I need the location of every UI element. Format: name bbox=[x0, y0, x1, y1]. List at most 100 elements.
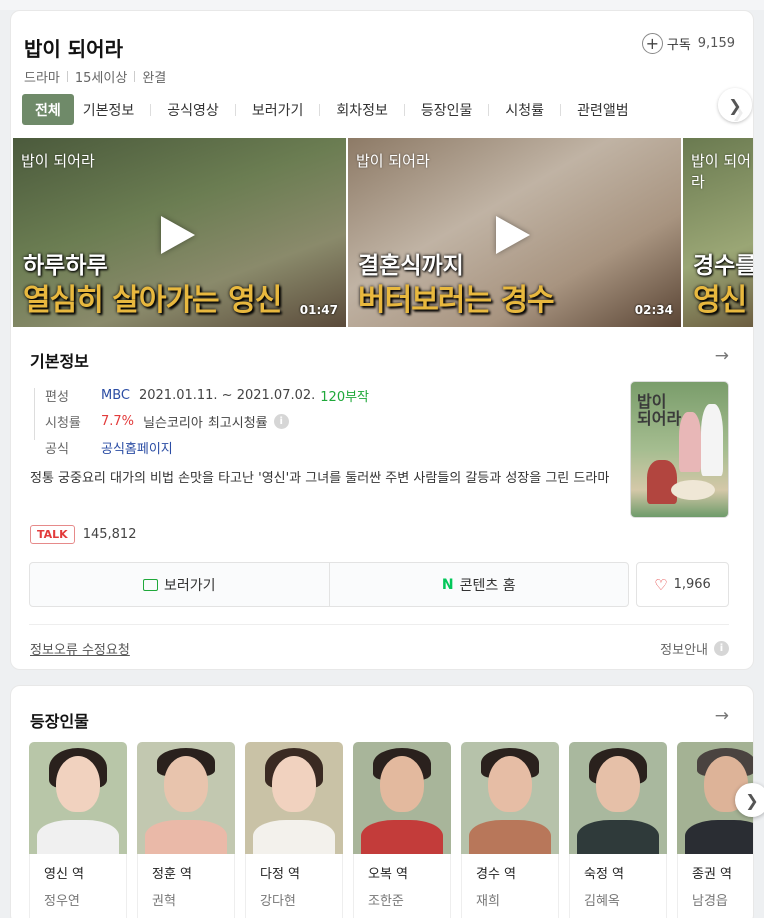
cast-photo bbox=[137, 742, 235, 854]
play-icon[interactable] bbox=[161, 216, 195, 254]
body-shape bbox=[361, 820, 443, 854]
like-button[interactable]: ♡ 1,966 bbox=[636, 562, 729, 607]
cast-item[interactable]: 정훈 역 권혁 bbox=[137, 742, 235, 918]
cast-text: 종권 역 남경읍 bbox=[677, 854, 753, 918]
info-label: 편성 bbox=[45, 389, 69, 405]
cast-item[interactable]: 오복 역 조한준 bbox=[353, 742, 451, 918]
cast-item[interactable]: 경수 역 재희 bbox=[461, 742, 559, 918]
face-shape bbox=[596, 756, 640, 812]
like-count: 1,966 bbox=[673, 577, 711, 592]
tab-ratings[interactable]: 시청률 bbox=[496, 94, 553, 125]
arrow-right-icon[interactable]: → bbox=[715, 706, 729, 726]
cast-photo bbox=[353, 742, 451, 854]
cast-actor: 강다현 bbox=[260, 894, 296, 909]
cast-role: 종권 역 bbox=[692, 867, 733, 882]
official-homepage-link[interactable]: 공식홈페이지 bbox=[101, 438, 173, 457]
talk-badge: TALK bbox=[30, 525, 75, 544]
tab-watch[interactable]: 보러가기 bbox=[243, 94, 313, 125]
content-home-label: 콘텐츠 홈 bbox=[459, 577, 516, 594]
cast-item[interactable]: 숙정 역 김혜옥 bbox=[569, 742, 667, 918]
section-title-basic-info: 기본정보 bbox=[30, 352, 89, 371]
video-card[interactable]: 밥이 되어라 결혼식까지 버터보러는 경수 02:34 bbox=[348, 138, 681, 327]
body-shape bbox=[577, 820, 659, 854]
action-buttons: 보러가기 N 콘텐츠 홈 bbox=[29, 562, 629, 607]
channel-link[interactable]: MBC bbox=[101, 388, 130, 403]
video-carousel: 밥이 되어라 하루하루 열심히 살아가는 영신 01:47 밥이 되어라 결혼식… bbox=[13, 138, 753, 327]
tab-official-video[interactable]: 공식영상 bbox=[158, 94, 228, 125]
cast-photo bbox=[29, 742, 127, 854]
poster-figure bbox=[701, 404, 723, 476]
cast-role: 영신 역 bbox=[44, 867, 85, 882]
tab-cast[interactable]: 등장인물 bbox=[412, 94, 482, 125]
video-icon bbox=[142, 578, 158, 591]
video-duration: 02:34 bbox=[634, 303, 673, 317]
video-caption-bottom: 열심히 살아가는 영신 bbox=[23, 283, 282, 318]
carousel-next-icon[interactable]: ❯ bbox=[718, 88, 752, 122]
body-shape bbox=[37, 820, 119, 854]
drama-poster[interactable]: 밥이 되어라 bbox=[630, 381, 729, 518]
face-shape bbox=[488, 756, 532, 812]
cast-actor: 김혜옥 bbox=[584, 894, 620, 909]
tab-all[interactable]: 전체 bbox=[22, 94, 74, 125]
subscribe-label: 구독 bbox=[666, 38, 691, 53]
tab-divider bbox=[319, 103, 321, 116]
video-card[interactable]: 밥이 되어라 하루하루 열심히 살아가는 영신 01:47 bbox=[13, 138, 346, 327]
cast-photo bbox=[569, 742, 667, 854]
tab-basic-info[interactable]: 기본정보 bbox=[74, 94, 144, 125]
cast-list: 영신 역 정우연 정훈 역 권혁 다정 역 강다현 오복 역 조한준 경수 역 … bbox=[29, 742, 753, 918]
arrow-right-icon[interactable]: → bbox=[715, 346, 729, 366]
play-icon[interactable] bbox=[496, 216, 530, 254]
page-title[interactable]: 밥이 되어라 bbox=[24, 33, 123, 62]
drama-description: 정통 궁중요리 대가의 비법 손맛을 타고난 '영신'과 그녀를 둘러싼 주변 … bbox=[30, 471, 610, 486]
video-caption-bottom: 영신 bbox=[693, 283, 747, 318]
cast-text: 오복 역 조한준 bbox=[353, 854, 451, 918]
video-logo: 밥이 되어라 bbox=[356, 152, 430, 170]
info-label: 공식 bbox=[45, 441, 69, 457]
watch-button[interactable]: 보러가기 bbox=[30, 563, 329, 606]
info-divider bbox=[34, 388, 35, 440]
watch-label: 보러가기 bbox=[163, 577, 216, 594]
poster-figure bbox=[647, 460, 677, 504]
video-logo: 밥이 되어라 bbox=[21, 152, 95, 170]
info-icon[interactable]: i bbox=[273, 413, 289, 429]
face-shape bbox=[272, 756, 316, 812]
subscribe-button[interactable]: + 구독 9,159 bbox=[641, 33, 735, 54]
info-row-broadcast: 편성 MBC 2021.01.11. ~ 2021.07.02. 120부작 bbox=[45, 382, 369, 408]
cast-text: 숙정 역 김혜옥 bbox=[569, 854, 667, 918]
face-shape bbox=[380, 756, 424, 812]
plus-icon: + bbox=[641, 33, 663, 54]
cast-role: 다정 역 bbox=[260, 867, 301, 882]
meta-divider bbox=[134, 71, 136, 82]
poster-figure bbox=[679, 412, 701, 472]
cast-actor: 권혁 bbox=[152, 894, 176, 909]
face-shape bbox=[164, 756, 208, 812]
tab-episodes[interactable]: 회차정보 bbox=[327, 94, 397, 125]
poster-title: 밥이 되어라 bbox=[637, 392, 682, 428]
cast-item[interactable]: 다정 역 강다현 bbox=[245, 742, 343, 918]
cast-item[interactable]: 영신 역 정우연 bbox=[29, 742, 127, 918]
cast-text: 경수 역 재희 bbox=[461, 854, 559, 918]
report-error-link[interactable]: 정보오류 수정요청 bbox=[30, 639, 130, 658]
content-home-button[interactable]: N 콘텐츠 홈 bbox=[328, 563, 629, 606]
video-caption-bottom: 버터보러는 경수 bbox=[358, 283, 555, 318]
drama-meta: 드라마 15세이상 완결 bbox=[24, 67, 166, 86]
cast-card: 등장인물 → 영신 역 정우연 정훈 역 권혁 다정 역 강다현 오복 역 조한… bbox=[10, 685, 754, 918]
cast-text: 정훈 역 권혁 bbox=[137, 854, 235, 918]
info-guide-button[interactable]: 정보안내 i bbox=[660, 639, 729, 658]
cast-item[interactable]: 종권 역 남경읍 bbox=[677, 742, 753, 918]
talk-row[interactable]: TALK 145,812 bbox=[30, 525, 136, 544]
video-card[interactable]: 밥이 되어라 경수를 영신 bbox=[683, 138, 753, 327]
top-strip bbox=[0, 0, 764, 10]
tab-albums[interactable]: 관련앨범 bbox=[568, 94, 638, 125]
body-shape bbox=[145, 820, 227, 854]
subscribe-count: 9,159 bbox=[697, 36, 735, 51]
meta-genre: 드라마 bbox=[24, 71, 60, 86]
talk-count: 145,812 bbox=[82, 527, 137, 542]
cast-actor: 재희 bbox=[476, 894, 500, 909]
broadcast-period: 2021.01.11. ~ 2021.07.02. bbox=[138, 387, 316, 403]
cast-next-icon[interactable]: ❯ bbox=[735, 783, 764, 817]
body-shape bbox=[469, 820, 551, 854]
cast-actor: 남경읍 bbox=[692, 894, 728, 909]
cast-role: 경수 역 bbox=[476, 867, 517, 882]
tab-divider bbox=[150, 103, 152, 116]
